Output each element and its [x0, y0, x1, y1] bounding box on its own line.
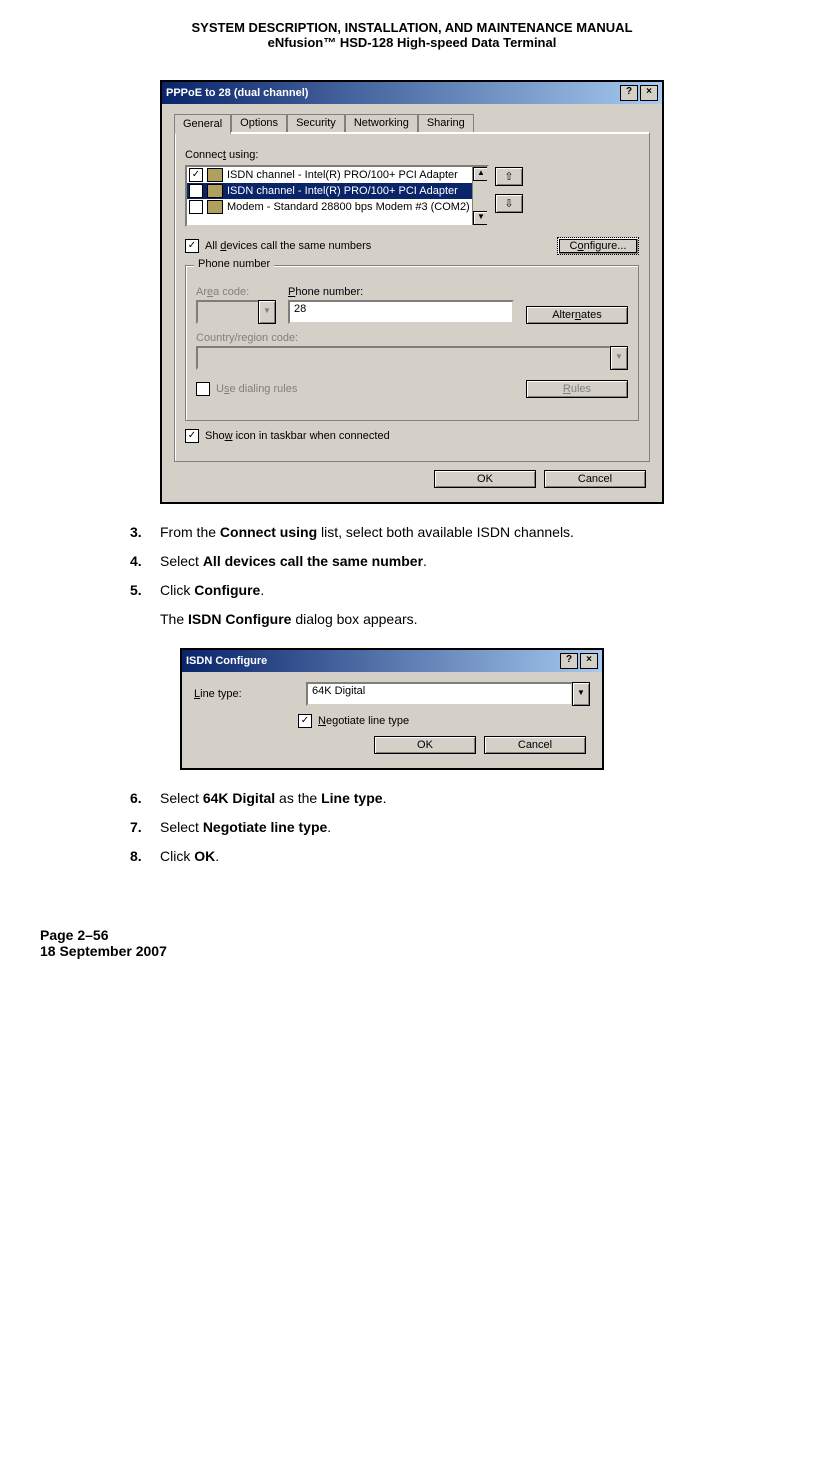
phone-group-legend: Phone number — [194, 258, 274, 270]
country-code-label: Country/region code: — [196, 332, 628, 344]
negotiate-line-type-checkbox[interactable]: ✓ — [298, 714, 312, 728]
tabstrip: General Options Security Networking Shar… — [174, 114, 650, 132]
horizontal-scrollbar[interactable]: ◄ ► — [187, 225, 487, 227]
device-listbox[interactable]: ✓ ISDN channel - Intel(R) PRO/100+ PCI A… — [185, 165, 489, 227]
cancel-button[interactable]: Cancel — [544, 470, 646, 488]
checkbox-icon[interactable]: ✓ — [189, 184, 203, 198]
step-item: 3. From the Connect using list, select b… — [130, 522, 784, 543]
ok-button[interactable]: OK — [434, 470, 536, 488]
pppoe-properties-dialog: PPPoE to 28 (dual channel) ? × General O… — [160, 80, 664, 504]
phone-number-input[interactable]: 28 — [288, 300, 514, 324]
vertical-scrollbar[interactable]: ▲ ▼ — [472, 167, 487, 225]
all-devices-label: All devices call the same numbers — [205, 240, 371, 252]
close-icon[interactable]: × — [580, 653, 598, 669]
help-icon[interactable]: ? — [560, 653, 578, 669]
show-icon-label: Show icon in taskbar when connected — [205, 430, 390, 442]
chevron-down-icon: ▼ — [610, 346, 628, 370]
area-code-label: Area code: — [196, 286, 276, 298]
isdn-configure-dialog: ISDN Configure ? × Line type: 64K Digita… — [180, 648, 604, 770]
tab-networking[interactable]: Networking — [345, 114, 418, 132]
adapter-icon — [207, 184, 223, 198]
close-icon[interactable]: × — [640, 85, 658, 101]
page-date: 18 September 2007 — [40, 943, 784, 959]
area-code-input — [196, 300, 259, 324]
scroll-right-icon[interactable]: ► — [471, 226, 487, 227]
phone-number-label: Phone number: — [288, 286, 514, 298]
checkbox-icon[interactable]: ✓ — [189, 168, 203, 182]
connect-using-label: Connect using: — [185, 149, 639, 161]
ok-button[interactable]: OK — [374, 736, 476, 754]
step-item: 6. Select 64K Digital as the Line type. — [130, 788, 784, 809]
step-list: 6. Select 64K Digital as the Line type. … — [130, 788, 784, 867]
all-devices-checkbox[interactable]: ✓ — [185, 239, 199, 253]
doc-header-subtitle: eNfusion™ HSD-128 High-speed Data Termin… — [40, 35, 784, 50]
tab-general[interactable]: General — [174, 114, 231, 134]
move-up-button[interactable]: ⇧ — [495, 167, 523, 186]
device-text: ISDN channel - Intel(R) PRO/100+ PCI Ada… — [227, 169, 458, 181]
device-text: ISDN channel - Intel(R) PRO/100+ PCI Ada… — [227, 185, 458, 197]
phone-number-group: Phone number Area code: ▼ Phone number: … — [185, 265, 639, 421]
negotiate-line-type-label: Negotiate line type — [318, 715, 409, 727]
step-list: 3. From the Connect using list, select b… — [130, 522, 784, 601]
titlebar[interactable]: ISDN Configure ? × — [182, 650, 602, 672]
chevron-down-icon[interactable]: ▼ — [572, 682, 590, 706]
line-type-select[interactable]: 64K Digital — [306, 682, 573, 706]
show-icon-checkbox[interactable]: ✓ — [185, 429, 199, 443]
device-text: Modem - Standard 28800 bps Modem #3 (COM… — [227, 201, 470, 213]
modem-icon — [207, 200, 223, 214]
move-down-button[interactable]: ⇩ — [495, 194, 523, 213]
list-item[interactable]: ✓ ISDN channel - Intel(R) PRO/100+ PCI A… — [187, 167, 472, 183]
tab-security[interactable]: Security — [287, 114, 345, 132]
titlebar[interactable]: PPPoE to 28 (dual channel) ? × — [162, 82, 662, 104]
tab-sharing[interactable]: Sharing — [418, 114, 474, 132]
checkbox-icon[interactable] — [189, 200, 203, 214]
alternates-button[interactable]: Alternates — [526, 306, 628, 324]
help-icon[interactable]: ? — [620, 85, 638, 101]
step-item: 7. Select Negotiate line type. — [130, 817, 784, 838]
line-type-label: Line type: — [194, 688, 294, 700]
doc-header-title: SYSTEM DESCRIPTION, INSTALLATION, AND MA… — [40, 20, 784, 35]
cancel-button[interactable]: Cancel — [484, 736, 586, 754]
page-footer: Page 2–56 18 September 2007 — [40, 927, 784, 959]
step-paragraph: The ISDN Configure dialog box appears. — [160, 609, 784, 630]
country-code-input — [196, 346, 611, 370]
tab-options[interactable]: Options — [231, 114, 287, 132]
dialog-title: ISDN Configure — [186, 655, 267, 667]
scroll-down-icon[interactable]: ▼ — [473, 211, 489, 225]
adapter-icon — [207, 168, 223, 182]
chevron-down-icon: ▼ — [258, 300, 276, 324]
list-item[interactable]: ✓ ISDN channel - Intel(R) PRO/100+ PCI A… — [187, 183, 472, 199]
scroll-up-icon[interactable]: ▲ — [473, 167, 489, 181]
step-item: 4. Select All devices call the same numb… — [130, 551, 784, 572]
list-item[interactable]: Modem - Standard 28800 bps Modem #3 (COM… — [187, 199, 472, 215]
configure-button[interactable]: Configure... — [557, 237, 639, 255]
rules-button: Rules — [526, 380, 628, 398]
dialog-title: PPPoE to 28 (dual channel) — [166, 87, 308, 99]
use-dialing-rules-label: Use dialing rules — [216, 383, 297, 395]
page-number: Page 2–56 — [40, 927, 784, 943]
step-item: 5. Click Configure. — [130, 580, 784, 601]
step-item: 8. Click OK. — [130, 846, 784, 867]
use-dialing-rules-checkbox[interactable] — [196, 382, 210, 396]
scroll-left-icon[interactable]: ◄ — [187, 226, 203, 227]
